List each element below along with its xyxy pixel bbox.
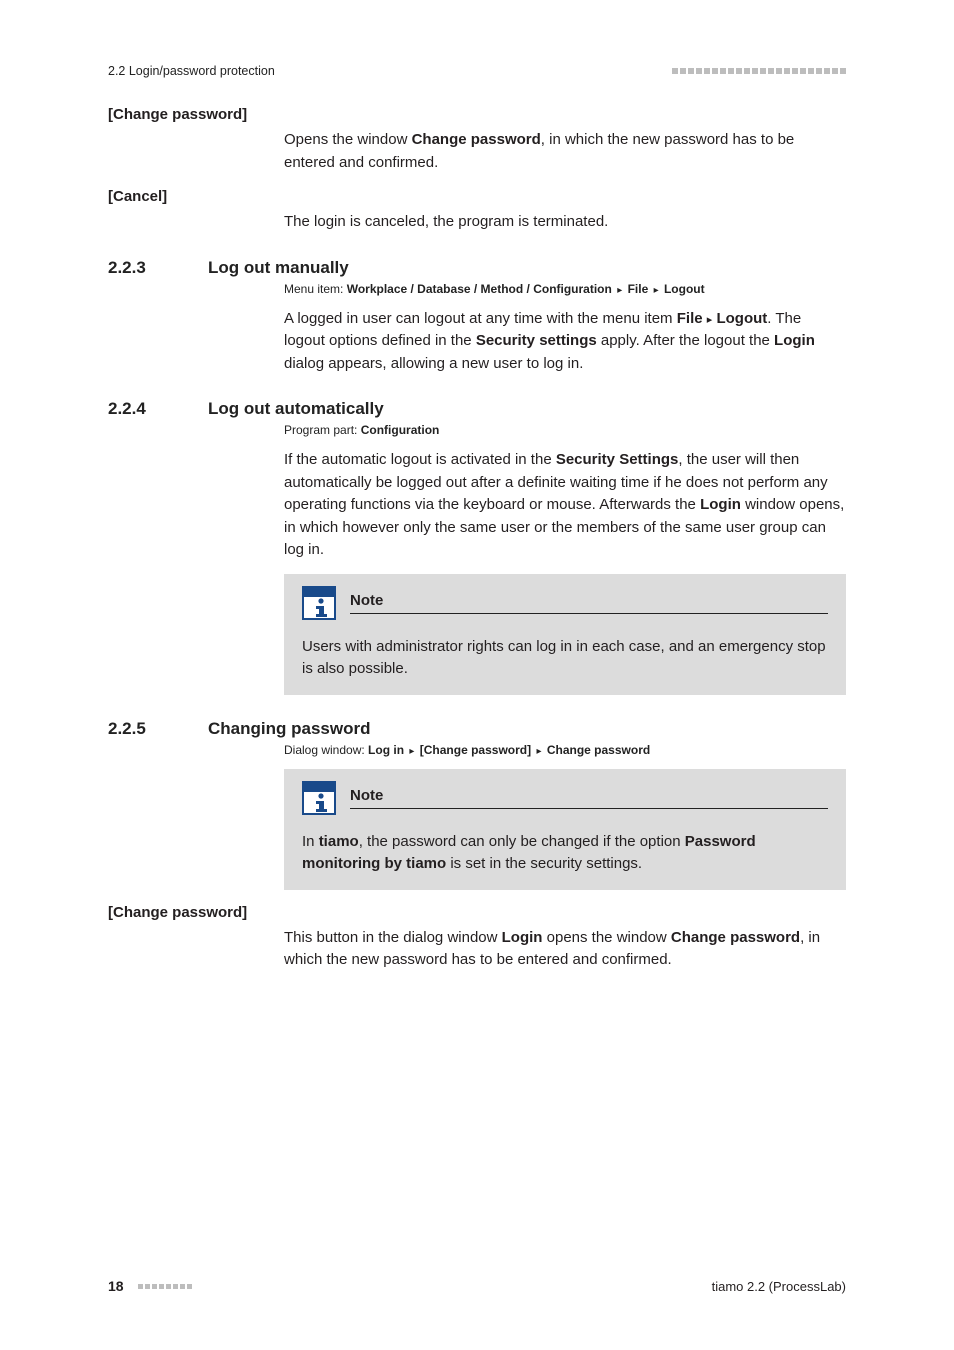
note-box: Note In tiamo, the password can only be … [284, 769, 846, 890]
paragraph: A logged in user can logout at any time … [284, 308, 846, 376]
footer-left: 18 [108, 1278, 192, 1294]
text-bold: Logout [664, 282, 705, 296]
text: apply. After the logout the [597, 332, 774, 349]
note-title-wrap: Note [350, 592, 828, 614]
note-title: Note [350, 787, 383, 804]
text-bold: Login [774, 332, 815, 349]
menu-path: Menu item: Workplace / Database / Method… [284, 282, 846, 296]
program-part: Program part: Configuration [284, 423, 846, 437]
text: If the automatic logout is activated in … [284, 451, 556, 468]
label-cancel: [Cancel] [108, 188, 846, 205]
footer-dots [136, 1284, 192, 1289]
section-number: 2.2.3 [108, 258, 168, 278]
text-bold: Change password [412, 131, 541, 148]
text-bold: Security settings [476, 332, 597, 349]
separator-triangle: ▸ [652, 285, 661, 296]
text: opens the window [542, 929, 670, 946]
running-header-left: 2.2 Login/password protection [108, 64, 275, 78]
note-header: Note [302, 781, 828, 815]
section-title: Changing password [208, 719, 370, 739]
text-bold: Workplace / Database / Method / Configur… [347, 282, 612, 296]
label-change-password-2: [Change password] [108, 904, 846, 921]
header-dots [670, 68, 846, 74]
section-number: 2.2.4 [108, 399, 168, 419]
text: is set in the security settings. [446, 855, 642, 872]
section-title: Log out automatically [208, 399, 384, 419]
change-password-2-desc: This button in the dialog window Login o… [284, 927, 846, 972]
text-bold: tiamo [319, 833, 359, 850]
text-bold: Log in [368, 743, 404, 757]
text: Dialog window: [284, 743, 368, 757]
note-title-wrap: Note [350, 787, 828, 809]
text-bold: Login [700, 496, 741, 513]
running-header: 2.2 Login/password protection [108, 64, 846, 78]
text-bold: Login [502, 929, 543, 946]
text: , the password can only be changed if th… [359, 833, 685, 850]
note-header: Note [302, 586, 828, 620]
section-title: Log out manually [208, 258, 349, 278]
page-footer: 18 tiamo 2.2 (ProcessLab) [108, 1278, 846, 1294]
text-bold: File [677, 310, 703, 327]
info-icon [302, 781, 336, 815]
text: dialog appears, allowing a new user to l… [284, 355, 583, 372]
change-password-desc: Opens the window Change password, in whi… [284, 129, 846, 174]
paragraph: If the automatic logout is activated in … [284, 449, 846, 562]
cancel-desc: The login is canceled, the program is te… [284, 211, 846, 234]
text: Opens the window [284, 131, 412, 148]
page-number: 18 [108, 1278, 124, 1294]
text: The login is canceled, the program is te… [284, 211, 846, 234]
note-body: Users with administrator rights can log … [302, 636, 828, 681]
separator-triangle: ▸ [707, 314, 713, 326]
footer-right: tiamo 2.2 (ProcessLab) [712, 1279, 846, 1294]
section-223-body: Menu item: Workplace / Database / Method… [284, 282, 846, 376]
note-body: In tiamo, the password can only be chang… [302, 831, 828, 876]
text: Menu item: [284, 282, 347, 296]
section-224-body: Program part: Configuration If the autom… [284, 423, 846, 695]
separator-triangle: ▸ [407, 746, 416, 757]
text-bold: Security Settings [556, 451, 679, 468]
text-bold: Change password [547, 743, 650, 757]
text-bold: [Change password] [420, 743, 531, 757]
text-bold: File [628, 282, 649, 296]
section-heading-224: 2.2.4 Log out automatically [108, 399, 846, 419]
text: Program part: [284, 423, 361, 437]
dialog-path: Dialog window: Log in ▸ [Change password… [284, 743, 846, 757]
label-change-password: [Change password] [108, 106, 846, 123]
text: This button in the dialog window [284, 929, 502, 946]
text: In [302, 833, 319, 850]
separator-triangle: ▸ [534, 746, 543, 757]
note-title: Note [350, 592, 383, 609]
text-bold: Log­out [716, 310, 767, 327]
section-heading-225: 2.2.5 Changing password [108, 719, 846, 739]
separator-triangle: ▸ [615, 285, 624, 296]
text-bold: Change pass­word [671, 929, 800, 946]
section-225-body: Dialog window: Log in ▸ [Change password… [284, 743, 846, 890]
note-box: Note Users with administrator rights can… [284, 574, 846, 695]
text-bold: Configuration [361, 423, 440, 437]
text: A logged in user can logout at any time … [284, 310, 677, 327]
info-icon [302, 586, 336, 620]
section-number: 2.2.5 [108, 719, 168, 739]
page: 2.2 Login/password protection [Change pa… [0, 0, 954, 972]
section-heading-223: 2.2.3 Log out manually [108, 258, 846, 278]
